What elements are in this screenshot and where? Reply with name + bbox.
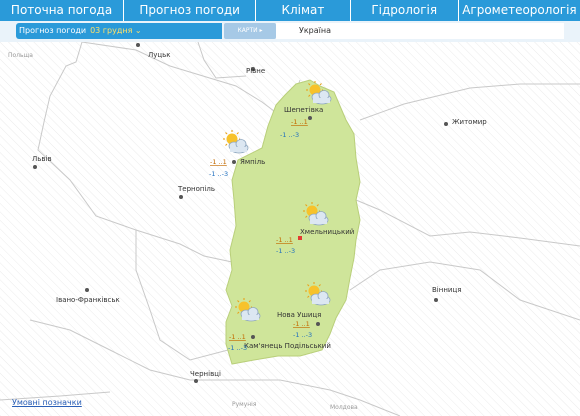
city-ternopil: Тернопіль	[177, 185, 215, 193]
sub-toolbar: Прогноз погоди 03 грудня ⌄ КАРТИ ▸ Україн…	[0, 21, 580, 42]
country-label-romania: Румунія	[232, 401, 257, 408]
nav-forecast[interactable]: Прогноз погоди	[124, 0, 257, 21]
country-label-moldova: Молдова	[330, 404, 358, 411]
subbar-spacer	[354, 23, 564, 39]
kamianets-night-temp: -1 ..-3	[228, 344, 247, 352]
maps-button[interactable]: КАРТИ ▸	[224, 23, 276, 39]
city-ivano-frankivsk: Івано-Франківськ	[56, 296, 120, 304]
forecast-label: Прогноз погоди	[19, 26, 87, 35]
main-nav: Поточна погода Прогноз погоди Клімат Гід…	[0, 0, 580, 21]
yampil-day-temp: -1 ..1	[210, 158, 227, 166]
city-chernivtsi: Чернівці	[190, 370, 221, 378]
city-shepetivka: Шепетівка	[284, 106, 323, 114]
arrow-right-icon: ▸	[257, 27, 263, 34]
weather-map[interactable]: Польща Румунія Молдова Луцьк Рівне Житом…	[0, 42, 580, 416]
map-svg: Польща Румунія Молдова Луцьк Рівне Житом…	[0, 42, 580, 416]
khmelnytskyi-night-temp: -1 ..-3	[276, 247, 295, 255]
nav-current-weather[interactable]: Поточна погода	[0, 0, 125, 21]
date-dropdown[interactable]: 03 грудня	[90, 26, 132, 35]
city-zhytomyr: Житомир	[452, 118, 487, 126]
shepetivka-night-temp: -1 ..-3	[280, 131, 299, 139]
shepetivka-day-temp: -1 ..1	[291, 118, 308, 126]
kamianets-day-temp: -1 ..1	[229, 333, 246, 341]
nova-ushytsia-night-temp: -1 ..-3	[293, 331, 312, 339]
city-vinnytsia: Вінниця	[432, 286, 461, 294]
city-nova-ushytsia: Нова Ушиця	[277, 311, 321, 319]
nav-agrometeorology[interactable]: Агрометеорологія	[459, 0, 580, 21]
city-lviv: Львів	[32, 155, 52, 163]
legend-link[interactable]: Умовні позначки	[12, 398, 82, 407]
city-khmelnytskyi: Хмельницький	[300, 228, 354, 236]
city-rivne: Рівне	[246, 67, 265, 75]
city-lutsk: Луцьк	[148, 51, 171, 59]
chevron-down-icon: ⌄	[132, 26, 142, 35]
nav-hydrology[interactable]: Гідрологія	[351, 0, 459, 21]
city-yampil: Ямпіль	[240, 158, 265, 166]
city-kamianets-podilskyi: Кам'янець Подільський	[244, 342, 331, 350]
nova-ushytsia-day-temp: -1 ..1	[293, 320, 310, 328]
region-tab[interactable]: Україна	[276, 23, 354, 39]
maps-button-label: КАРТИ	[237, 27, 258, 34]
nav-climate[interactable]: Клімат	[256, 0, 351, 21]
country-label-poland: Польща	[8, 52, 33, 59]
yampil-night-temp: -1 ..-3	[209, 170, 228, 178]
forecast-date-selector[interactable]: Прогноз погоди 03 грудня ⌄	[16, 23, 222, 39]
khmelnytskyi-day-temp: -1 ..1	[276, 236, 293, 244]
